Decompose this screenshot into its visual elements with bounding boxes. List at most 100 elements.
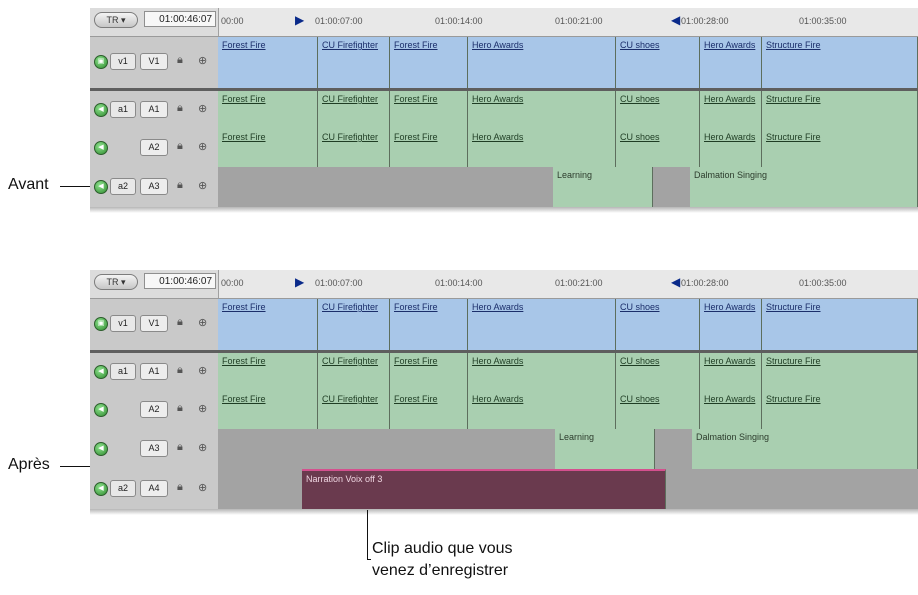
clip[interactable]: CU Firefighter	[318, 391, 390, 429]
lock-icon[interactable]: 🔒︎	[177, 140, 183, 153]
video-visibility-icon[interactable]: ▣	[94, 317, 108, 331]
clip[interactable]: Forest Fire	[218, 391, 318, 429]
auto-select-icon[interactable]: ⊕	[198, 402, 207, 415]
destination-a1[interactable]: A1	[140, 101, 168, 118]
out-point-marker-icon[interactable]: ◀	[671, 14, 680, 26]
clip[interactable]: Hero Awards	[468, 91, 616, 129]
audio-speaker-icon[interactable]: ◀	[94, 141, 108, 155]
destination-a1[interactable]: A1	[140, 363, 168, 380]
clip[interactable]: CU Firefighter	[318, 129, 390, 167]
source-a2[interactable]: a2	[110, 178, 136, 195]
audio-speaker-icon[interactable]: ◀	[94, 482, 108, 496]
in-point-marker-icon[interactable]: ▶	[295, 276, 304, 288]
clip[interactable]: Learning	[555, 429, 655, 469]
clip[interactable]: Hero Awards	[468, 299, 616, 350]
clip[interactable]: Hero Awards	[700, 91, 762, 129]
clip[interactable]: Hero Awards	[700, 37, 762, 88]
clip[interactable]: Forest Fire	[218, 91, 318, 129]
lock-icon[interactable]: 🔒︎	[177, 316, 183, 329]
clip[interactable]: Forest Fire	[218, 353, 318, 391]
clip[interactable]: CU shoes	[616, 129, 700, 167]
clip[interactable]: Forest Fire	[218, 37, 318, 88]
clip[interactable]: CU Firefighter	[318, 91, 390, 129]
auto-select-icon[interactable]: ⊕	[198, 102, 207, 115]
clip[interactable]: Forest Fire	[218, 299, 318, 350]
lock-icon[interactable]: 🔒︎	[177, 179, 183, 192]
clip[interactable]: Forest Fire	[218, 129, 318, 167]
clip[interactable]: Hero Awards	[700, 391, 762, 429]
clip[interactable]: Structure Fire	[762, 299, 918, 350]
destination-v1[interactable]: V1	[140, 315, 168, 332]
clip[interactable]: Structure Fire	[762, 37, 918, 88]
clip[interactable]: Structure Fire	[762, 391, 918, 429]
audio-speaker-icon[interactable]: ◀	[94, 180, 108, 194]
clip[interactable]: Forest Fire	[390, 391, 468, 429]
clip[interactable]: CU shoes	[616, 391, 700, 429]
clip[interactable]: Hero Awards	[468, 37, 616, 88]
clip[interactable]: Structure Fire	[762, 129, 918, 167]
clip[interactable]: Forest Fire	[390, 353, 468, 391]
recorded-audio-clip[interactable]: Narration Voix off 3	[302, 469, 666, 509]
clip[interactable]: Hero Awards	[468, 129, 616, 167]
source-a1[interactable]: a1	[110, 363, 136, 380]
timecode-field[interactable]: 01:00:46:07	[144, 11, 216, 27]
source-a2[interactable]: a2	[110, 480, 136, 497]
lock-icon[interactable]: 🔒︎	[177, 441, 183, 454]
out-point-marker-icon[interactable]: ◀	[671, 276, 680, 288]
auto-select-icon[interactable]: ⊕	[198, 481, 207, 494]
lock-icon[interactable]: 🔒︎	[177, 481, 183, 494]
video-visibility-icon[interactable]: ▣	[94, 55, 108, 69]
track-selection-button[interactable]: TR ▾	[94, 12, 138, 28]
destination-a2[interactable]: A2	[140, 401, 168, 418]
auto-select-icon[interactable]: ⊕	[198, 316, 207, 329]
clip[interactable]: CU shoes	[616, 299, 700, 350]
clip[interactable]: Forest Fire	[390, 91, 468, 129]
audio-speaker-icon[interactable]: ◀	[94, 365, 108, 379]
timecode-field[interactable]: 01:00:46:07	[144, 273, 216, 289]
auto-select-icon[interactable]: ⊕	[198, 364, 207, 377]
in-point-marker-icon[interactable]: ▶	[295, 14, 304, 26]
auto-select-icon[interactable]: ⊕	[198, 140, 207, 153]
clip[interactable]: Hero Awards	[700, 299, 762, 350]
clip[interactable]: CU shoes	[616, 353, 700, 391]
clip[interactable]: Structure Fire	[762, 353, 918, 391]
clip[interactable]: Hero Awards	[700, 353, 762, 391]
clip[interactable]: Hero Awards	[700, 129, 762, 167]
auto-select-icon[interactable]: ⊕	[198, 54, 207, 67]
audio-speaker-icon[interactable]: ◀	[94, 442, 108, 456]
clip[interactable]: Hero Awards	[468, 391, 616, 429]
clip[interactable]: Structure Fire	[762, 91, 918, 129]
destination-a3[interactable]: A3	[140, 440, 168, 457]
auto-select-icon[interactable]: ⊕	[198, 179, 207, 192]
clip[interactable]: CU Firefighter	[318, 299, 390, 350]
destination-a3[interactable]: A3	[140, 178, 168, 195]
clip[interactable]: Dalmation Singing	[692, 429, 918, 469]
clip[interactable]: Forest Fire	[390, 37, 468, 88]
time-ruler-scale[interactable]: 00:00 ▶ 01:00:07:00 01:00:14:00 01:00:21…	[218, 270, 918, 298]
clip[interactable]: Dalmation Singing	[690, 167, 918, 207]
clip[interactable]: CU shoes	[616, 91, 700, 129]
clip[interactable]: CU Firefighter	[318, 353, 390, 391]
audio-speaker-icon[interactable]: ◀	[94, 403, 108, 417]
destination-a2[interactable]: A2	[140, 139, 168, 156]
clip[interactable]: CU Firefighter	[318, 37, 390, 88]
lock-icon[interactable]: 🔒︎	[177, 364, 183, 377]
source-a1[interactable]: a1	[110, 101, 136, 118]
lock-icon[interactable]: 🔒︎	[177, 54, 183, 67]
clip[interactable]: Forest Fire	[390, 299, 468, 350]
auto-select-icon[interactable]: ⊕	[198, 441, 207, 454]
lock-icon[interactable]: 🔒︎	[177, 402, 183, 415]
source-v1[interactable]: v1	[110, 53, 136, 70]
destination-v1[interactable]: V1	[140, 53, 168, 70]
clip[interactable]: Hero Awards	[468, 353, 616, 391]
ruler-label: 01:00:21:00	[555, 278, 603, 288]
source-v1[interactable]: v1	[110, 315, 136, 332]
track-selection-button[interactable]: TR ▾	[94, 274, 138, 290]
audio-speaker-icon[interactable]: ◀	[94, 103, 108, 117]
clip[interactable]: CU shoes	[616, 37, 700, 88]
lock-icon[interactable]: 🔒︎	[177, 102, 183, 115]
destination-a4[interactable]: A4	[140, 480, 168, 497]
clip[interactable]: Forest Fire	[390, 129, 468, 167]
clip[interactable]: Learning	[553, 167, 653, 207]
time-ruler-scale[interactable]: 00:00 ▶ 01:00:07:00 01:00:14:00 01:00:21…	[218, 8, 918, 36]
